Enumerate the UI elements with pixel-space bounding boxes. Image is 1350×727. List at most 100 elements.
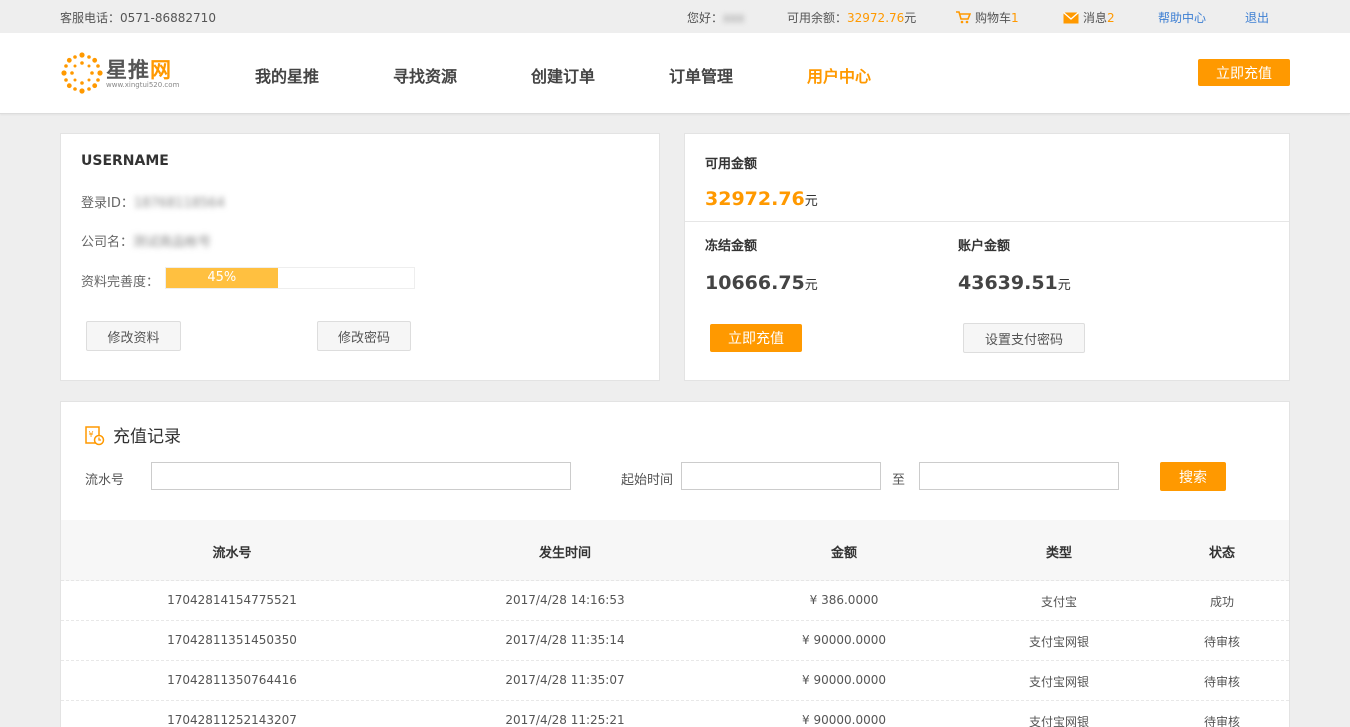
cell-type: 支付宝网银 [1028,635,1090,649]
cell-time: 2017/4/28 11:25:21 [505,713,625,727]
start-time-input[interactable] [681,462,881,490]
column-header-serial: 流水号 [212,546,252,561]
cell-amount: ¥ 90000.0000 [802,633,886,647]
company-row: 公司名：测试商品帐号 [81,231,211,250]
end-time-input[interactable] [919,462,1119,490]
frozen-amount-value: 10666.75 [705,272,805,294]
cell-status: 待审核 [1203,635,1241,649]
edit-password-button[interactable]: 修改密码 [317,321,411,351]
logo-text-b: 网 [150,58,172,82]
nav-order-management[interactable]: 订单管理 [669,63,733,87]
cart-count: 1 [1011,11,1019,25]
cell-status: 待审核 [1203,675,1241,689]
account-amount-label: 账户金额 [958,239,1011,254]
completeness-progress-bar: 45% [165,267,415,289]
account-amount-value: 43639.51 [958,272,1058,294]
balance-divider [685,221,1289,222]
to-label: 至 [892,473,906,488]
table-row: 17042811350764416 2017/4/28 11:35:07 ¥ 9… [61,661,1289,701]
greeting: 您好：xxx [687,9,744,26]
column-header-amount: 金额 [830,546,858,561]
top-balance-unit: 元 [904,11,917,25]
cell-amount: ¥ 90000.0000 [802,713,886,727]
message-link[interactable]: 消息2 [1063,9,1115,26]
frozen-amount-label: 冻结金额 [705,239,758,254]
records-ledger-icon: ¥ [85,426,105,446]
cell-status: 成功 [1209,595,1235,609]
logo-sunburst-icon [61,52,103,94]
cart-label: 购物车 [975,11,1012,25]
edit-profile-button[interactable]: 修改资料 [86,321,181,351]
nav-my-xingtui[interactable]: 我的星推 [255,63,319,87]
available-amount-label: 可用金额 [705,157,758,172]
cart-link[interactable]: 购物车1 [956,9,1019,26]
login-id-row: 登录ID：18768118564 [81,192,225,211]
available-amount-unit: 元 [804,194,818,209]
column-header-time: 发生时间 [538,546,592,561]
available-amount: 32972.76元 [705,188,818,210]
cell-status: 待审核 [1203,715,1241,727]
greeting-user: xxx [723,11,745,25]
login-id-value: 18768118564 [133,196,225,211]
nav-create-order[interactable]: 创建订单 [531,63,595,87]
company-label: 公司名： [81,235,134,250]
completeness-progress-fill: 45% [166,268,278,288]
frozen-amount: 10666.75元 [705,272,818,294]
svg-text:¥: ¥ [89,430,94,439]
message-count: 2 [1107,11,1115,25]
top-balance: 可用余额：32972.76元 [787,9,916,26]
account-amount: 43639.51元 [958,272,1071,294]
top-balance-value: 32972.76 [847,11,905,25]
cell-type: 支付宝网银 [1028,675,1090,689]
message-label: 消息 [1083,11,1108,25]
cell-amount: ¥ 90000.0000 [802,673,886,687]
mail-icon [1063,12,1079,24]
table-row: 17042811252143207 2017/4/28 11:25:21 ¥ 9… [61,701,1289,727]
top-bar: 客服电话：0571-86882710 您好：xxx 可用余额：32972.76元… [0,0,1350,33]
frozen-amount-unit: 元 [804,278,818,293]
cell-serial: 17042814154775521 [167,593,297,607]
cell-time: 2017/4/28 11:35:14 [505,633,625,647]
logout-link[interactable]: 退出 [1245,9,1269,26]
set-pay-password-button[interactable]: 设置支付密码 [963,323,1085,353]
cell-type: 支付宝 [1040,595,1078,609]
cell-serial: 17042811350764416 [167,673,297,687]
logo-text: 星推网 [106,54,172,84]
available-amount-value: 32972.76 [705,188,805,210]
user-info-card: USERNAME 登录ID：18768118564 公司名：测试商品帐号 资料完… [60,133,660,381]
records-title-text: 充值记录 [113,427,181,447]
logo-text-a: 星推 [106,58,150,82]
header-recharge-button[interactable]: 立即充值 [1198,59,1290,86]
start-time-label: 起始时间 [621,473,674,488]
nav-find-resources[interactable]: 寻找资源 [393,63,457,87]
username: USERNAME [81,153,169,169]
hotline-text: 客服电话：0571-86882710 [60,11,216,25]
nav-user-center[interactable]: 用户中心 [807,63,871,87]
table-row: 17042814154775521 2017/4/28 14:16:53 ¥ 3… [61,581,1289,621]
company-value: 测试商品帐号 [133,235,212,250]
login-id-label: 登录ID： [81,196,134,211]
column-header-type: 类型 [1045,546,1073,561]
top-balance-label: 可用余额： [787,11,848,25]
cell-serial: 17042811252143207 [167,713,297,727]
help-center-link[interactable]: 帮助中心 [1158,9,1206,26]
cart-icon [956,11,971,24]
main-header: 星推网 www.xingtui520.com 我的星推 寻找资源 创建订单 订单… [0,33,1350,114]
search-button[interactable]: 搜索 [1160,462,1226,491]
cell-time: 2017/4/28 14:16:53 [505,593,625,607]
table-row: 17042811351450350 2017/4/28 11:35:14 ¥ 9… [61,621,1289,661]
cell-amount: ¥ 386.0000 [809,593,879,607]
balance-card: 可用金额 32972.76元 冻结金额 10666.75元 账户金额 43639… [684,133,1290,381]
serial-filter-label: 流水号 [85,473,125,488]
account-amount-unit: 元 [1057,278,1071,293]
recharge-button[interactable]: 立即充值 [710,324,802,352]
serial-number-input[interactable] [151,462,571,490]
cell-type: 支付宝网银 [1028,715,1090,727]
cell-time: 2017/4/28 11:35:07 [505,673,625,687]
site-logo[interactable]: 星推网 www.xingtui520.com [60,51,190,95]
column-header-status: 状态 [1208,546,1236,561]
recharge-records-card: ¥ 充值记录 流水号 起始时间 至 搜索 流水号 发生时间 金额 类型 状态 1… [60,401,1290,727]
greeting-label: 您好： [687,11,724,25]
records-title: ¥ 充值记录 [85,422,181,447]
cell-serial: 17042811351450350 [167,633,297,647]
